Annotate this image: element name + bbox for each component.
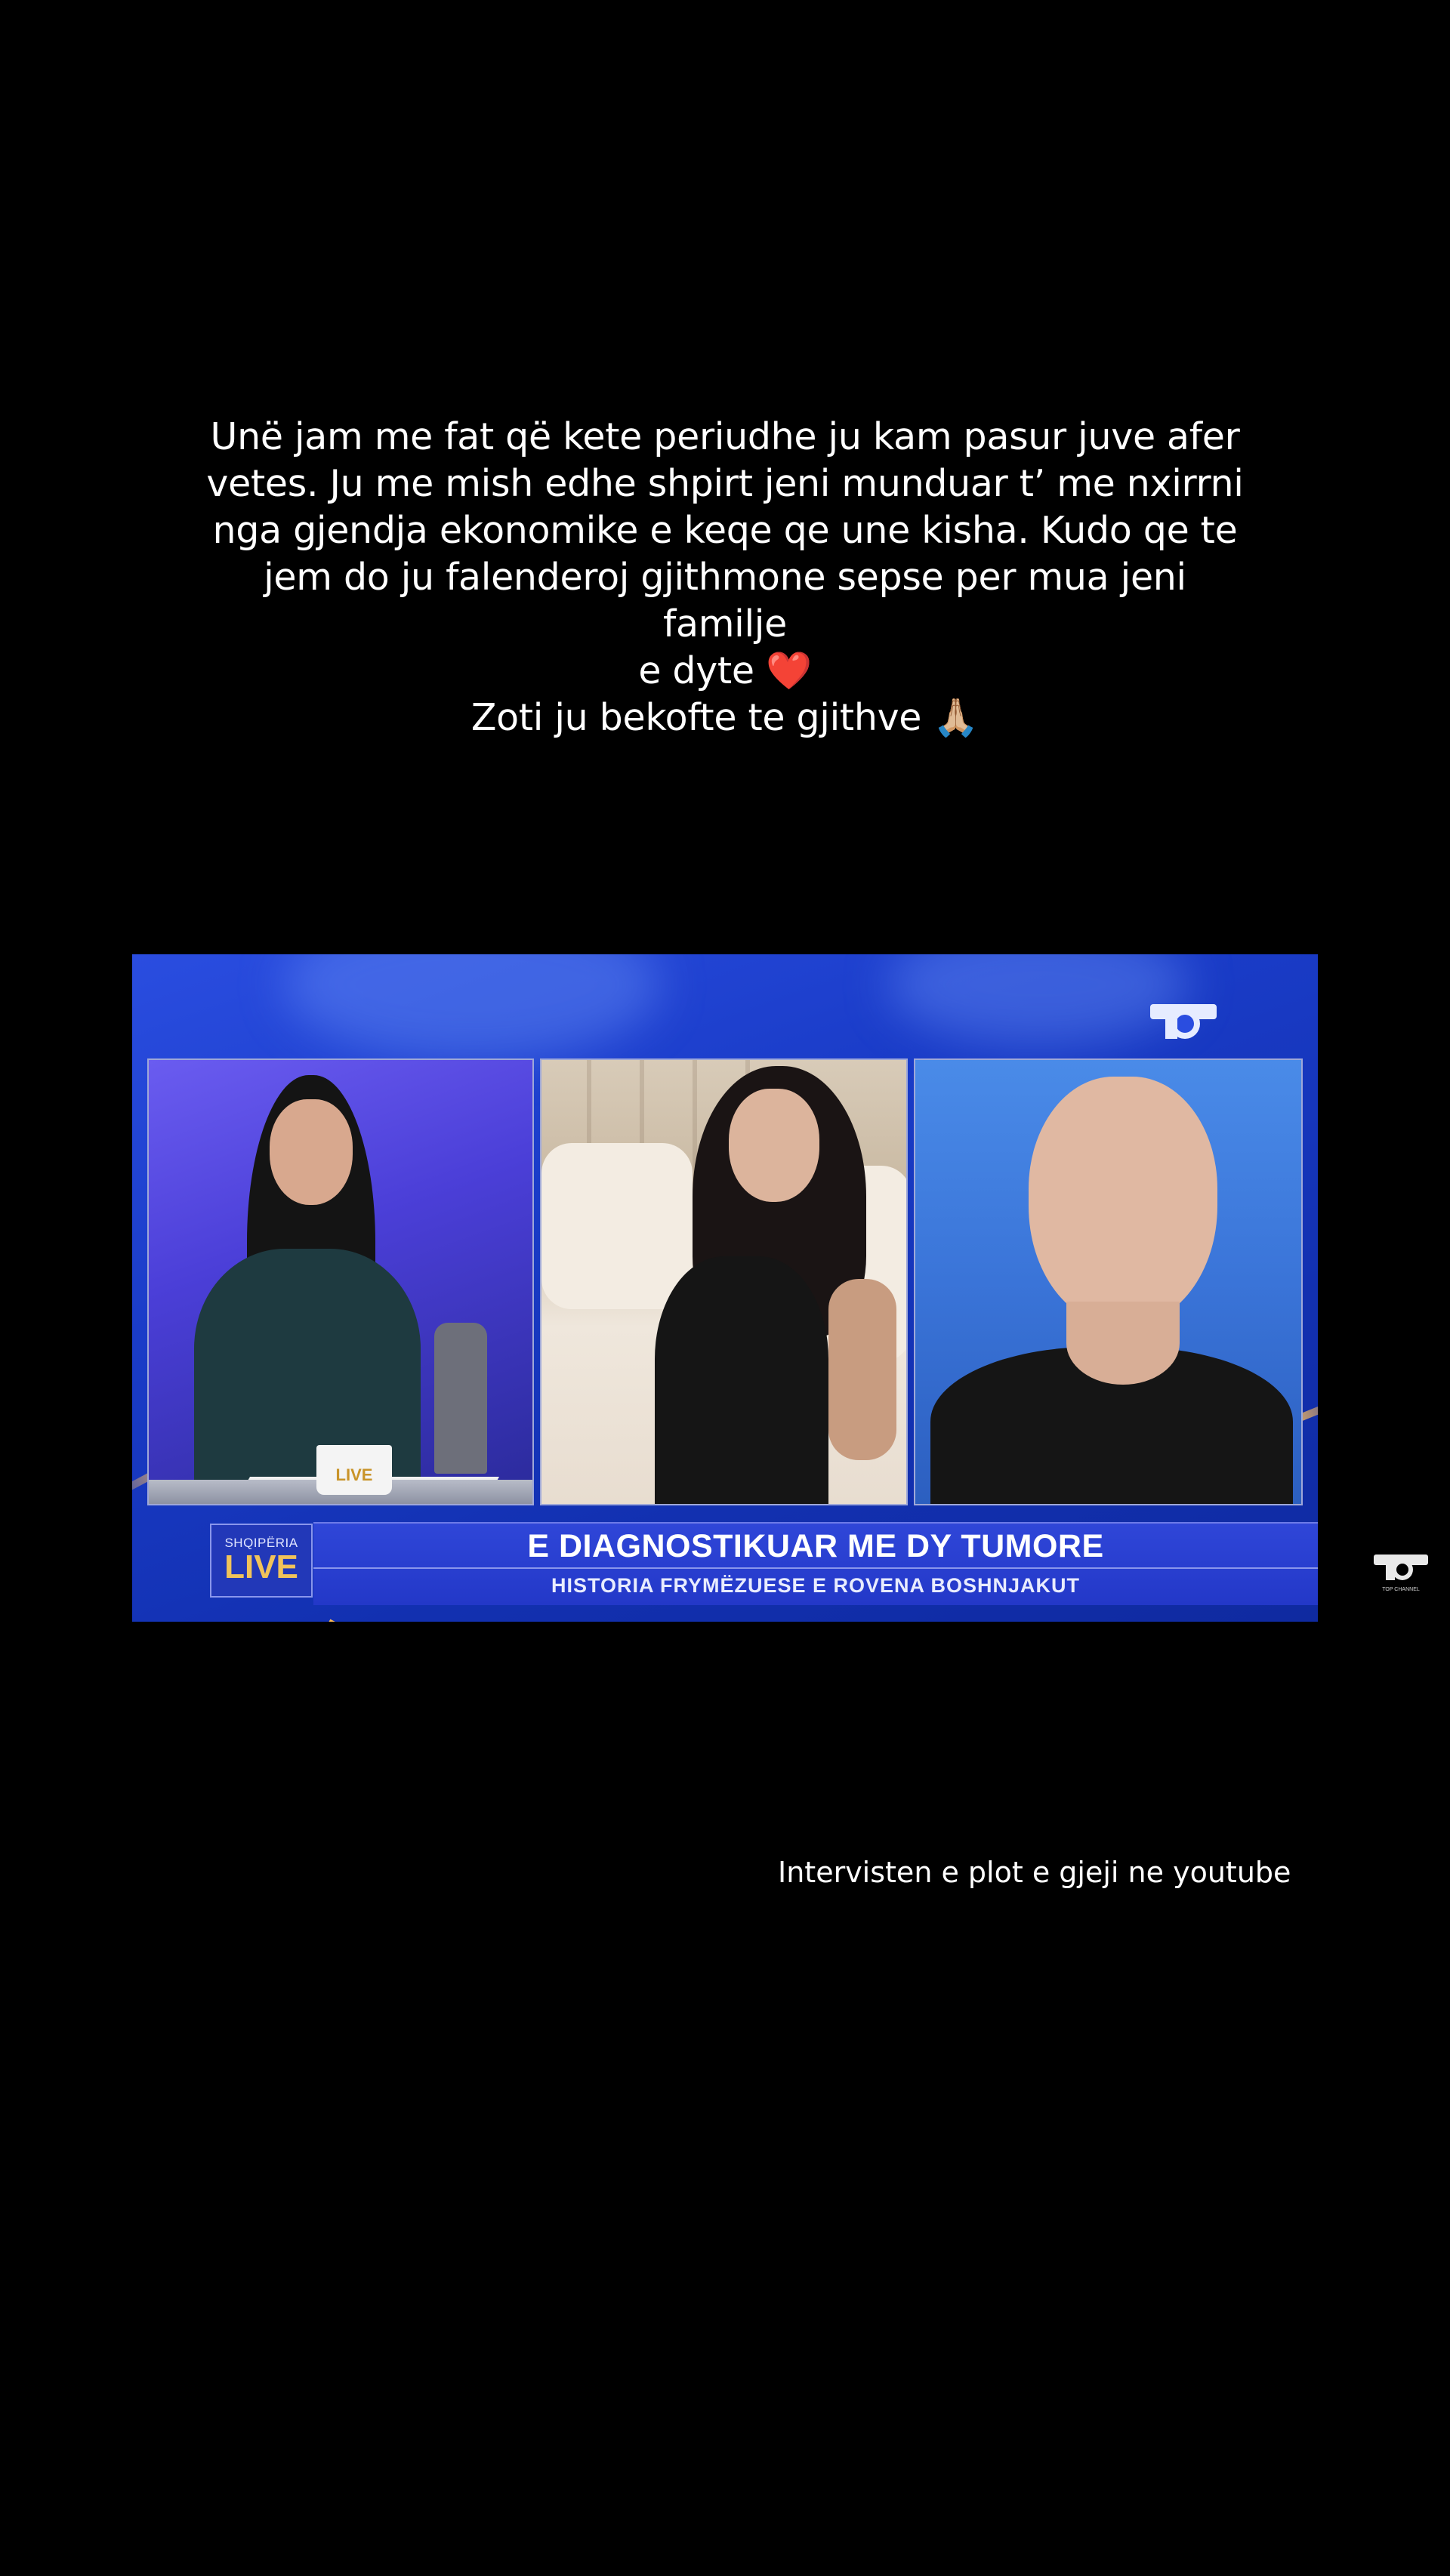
lower-third-banner: SHQIPËRIA LIVE E DIAGNOSTIKUAR ME DY TUM… [132, 1522, 1318, 1605]
guest-head [1029, 1077, 1217, 1326]
woman-arm [828, 1279, 896, 1460]
studio-streak [326, 1619, 437, 1622]
top-channel-logo-icon [1150, 1004, 1217, 1039]
woman-face [729, 1089, 819, 1202]
host-video-panel: LIVE [147, 1058, 534, 1505]
host-face [270, 1099, 353, 1205]
top-channel-watermark-icon: TOP CHANNEL [1374, 1555, 1428, 1592]
pillow [541, 1143, 693, 1309]
lower-third-subtitle: HISTORIA FRYMËZUESE E ROVENA BOSHNJAKUT [551, 1574, 1081, 1597]
post-caption: Unë jam me fat që kete periudhe ju kam p… [196, 414, 1254, 741]
photo-panel [540, 1058, 908, 1505]
caption-line: jem do ju falenderoj gjithmone sepse per… [264, 556, 1186, 646]
studio-light [283, 954, 661, 1060]
youtube-link-text: Intervisten e plot e gjeji ne youtube [778, 1856, 1291, 1889]
caption-line: nga gjendja ekonomike e keqe qe une kish… [212, 509, 1238, 552]
caption-line: Unë jam me fat që kete periudhe ju kam p… [210, 415, 1240, 458]
guest-neck [1066, 1302, 1180, 1385]
woman-body [655, 1256, 828, 1504]
studio-chair [434, 1323, 487, 1474]
caption-line: vetes. Ju me mish edhe shpirt jeni mundu… [206, 462, 1244, 505]
shqiperia-live-logo: SHQIPËRIA LIVE [210, 1524, 313, 1598]
studio-light [887, 954, 1189, 1045]
caption-line: e dyte ❤️ [638, 649, 812, 692]
lower-third-divider [313, 1567, 1318, 1569]
live-mug: LIVE [316, 1445, 392, 1495]
lower-third-title: E DIAGNOSTIKUAR ME DY TUMORE [527, 1528, 1104, 1564]
video-frame[interactable]: LIVE SHQIPËRIA LIVE E DIAGNOSTIKUAR ME D… [132, 954, 1318, 1622]
watermark-label: TOP CHANNEL [1382, 1587, 1420, 1592]
guest-video-panel [914, 1058, 1303, 1505]
logo-big-text: LIVE [224, 1548, 298, 1585]
caption-line: Zoti ju bekofte te gjithve 🙏🏼 [470, 696, 980, 739]
